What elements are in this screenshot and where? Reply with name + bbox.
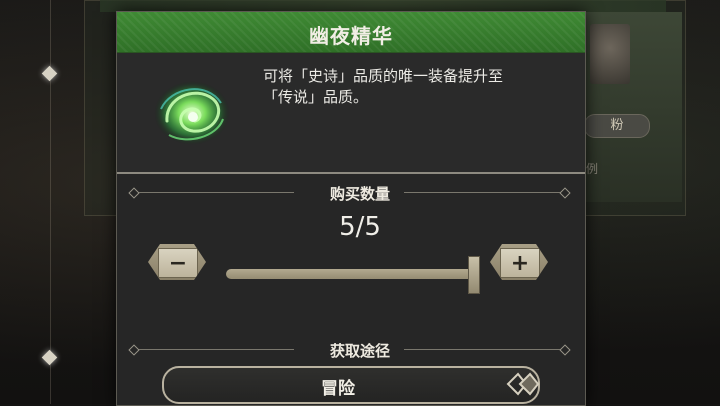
item-description-line: 可将「史诗」品质的唯一装备提升至	[263, 67, 504, 85]
purchase-quantity-label: 购买数量	[329, 185, 390, 203]
green-swirl-essence-icon	[154, 81, 230, 145]
item-info: 可将「史诗」品质的唯一装备提升至 「传说」品质。	[117, 53, 585, 172]
dialog-header: 幽夜精华	[117, 12, 585, 53]
decrease-button[interactable]: −	[148, 244, 206, 280]
divider	[117, 172, 585, 174]
adventure-source-button[interactable]: 冒险	[162, 366, 540, 404]
acquisition-label: 获取途径	[329, 342, 390, 360]
quantity-value: 5/5	[339, 212, 381, 242]
background-button: 粉	[584, 114, 650, 138]
background-thumbnail	[590, 24, 630, 84]
item-description-line: 「传说」品质。	[263, 88, 369, 106]
slider-handle[interactable]	[468, 256, 480, 294]
quantity-slider[interactable]	[226, 269, 476, 279]
minus-icon: −	[158, 248, 198, 278]
plus-icon: +	[500, 248, 540, 278]
item-description: 可将「史诗」品质的唯一装备提升至 「传说」品质。	[263, 66, 575, 108]
background-note: 例	[586, 162, 599, 176]
increase-button[interactable]: +	[490, 244, 548, 280]
source-button-label: 冒险	[321, 379, 355, 399]
go-arrow-icon	[506, 372, 540, 396]
dialog-title: 幽夜精华	[309, 24, 393, 48]
